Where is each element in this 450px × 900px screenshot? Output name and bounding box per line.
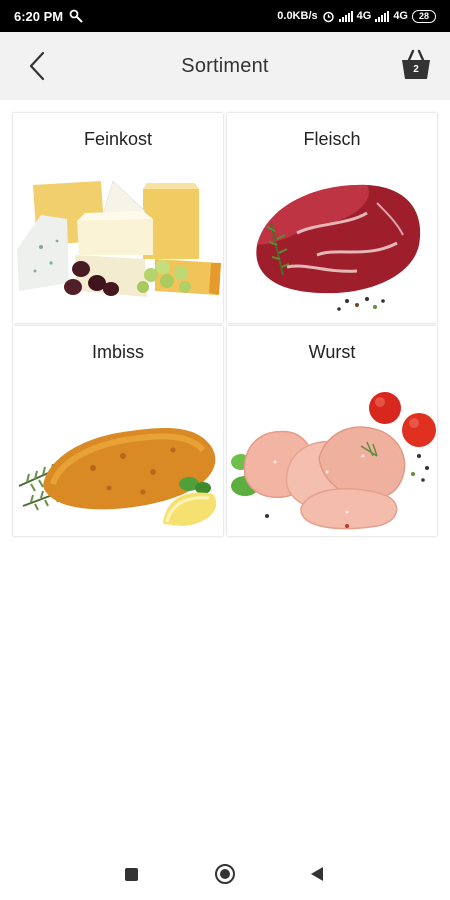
basket-count-badge: 2 (413, 64, 419, 75)
status-speed: 0.0KB/s (277, 10, 318, 22)
alarm-icon (322, 11, 334, 22)
category-tile-imbiss[interactable]: Imbiss (13, 326, 223, 536)
category-tile-wurst[interactable]: Wurst (227, 326, 437, 536)
category-tile-fleisch[interactable]: Fleisch (227, 113, 437, 323)
schnitzel-image (18, 427, 217, 526)
meat-image (256, 184, 421, 311)
category-grid: Feinkost Fleisch Imbiss Wurst (13, 113, 437, 536)
network-type-2: 4G (393, 10, 408, 22)
status-time: 6:20 PM (14, 8, 64, 24)
category-tile-feinkost[interactable]: Feinkost (13, 113, 223, 323)
recent-apps-icon[interactable] (125, 868, 138, 881)
cheese-image (17, 180, 221, 297)
status-bar: 6:20 PM 0.0KB/s 4G 4G 28 (0, 0, 450, 32)
network-type-1: 4G (356, 10, 372, 22)
battery-icon: 28 (412, 9, 436, 23)
basket-button[interactable]: 2 (400, 48, 432, 82)
signal-icon (338, 10, 353, 22)
app-header: Sortiment 2 (0, 32, 450, 100)
link-icon (69, 9, 83, 23)
category-label: Feinkost (83, 129, 153, 149)
chevron-left-icon (29, 51, 45, 81)
sausage-slices-image (231, 392, 436, 530)
back-triangle-icon[interactable] (311, 867, 323, 881)
category-label: Wurst (308, 342, 356, 362)
category-label: Fleisch (303, 129, 361, 149)
back-button[interactable] (22, 50, 52, 82)
category-label: Imbiss (91, 342, 144, 362)
signal-icon-2 (375, 10, 390, 22)
system-nav-bar (0, 848, 450, 900)
page-title: Sortiment (181, 54, 269, 77)
home-icon[interactable] (215, 864, 235, 884)
